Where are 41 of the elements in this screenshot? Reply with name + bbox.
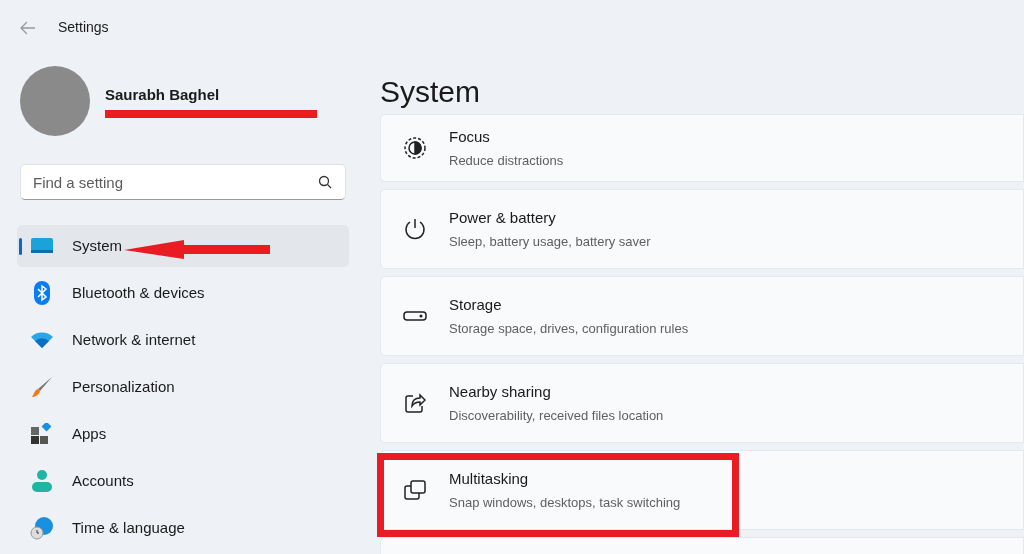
card-subtitle: Storage space, drives, configuration rules (449, 319, 689, 338)
card-title: Power & battery (449, 208, 557, 228)
settings-card[interactable]: Storage Storage space, drives, configuration rules (380, 276, 1024, 356)
settings-card[interactable]: Nearby sharing Discoverability, received files location (380, 363, 1024, 443)
apps-icon (31, 423, 53, 445)
back-arrow-icon[interactable] (20, 20, 36, 35)
globe-clock-icon (30, 516, 54, 540)
settings-card[interactable]: Focus Reduce distractions (380, 114, 1024, 182)
card-subtitle: Reduce distractions (449, 151, 564, 170)
windows-stack-icon (403, 478, 427, 502)
card-subtitle: Discoverability, received files location (449, 406, 664, 425)
page-title: System (379, 74, 482, 110)
settings-card[interactable]: Multitasking Snap windows, desktops, task switching (380, 450, 1024, 530)
sidebar-item[interactable]: Accounts (17, 460, 349, 502)
monitor-icon (30, 237, 54, 255)
bluetooth-icon (34, 281, 50, 305)
drive-icon (403, 310, 427, 322)
paintbrush-icon (30, 375, 54, 399)
sidebar-item[interactable]: System (17, 225, 349, 267)
search-field[interactable]: Find a setting (20, 164, 346, 200)
person-icon (31, 469, 53, 493)
sidebar-item[interactable]: Personalization (17, 366, 349, 408)
sidebar-item[interactable]: Bluetooth & devices (17, 272, 349, 314)
wifi-icon (30, 331, 54, 349)
sidebar-item[interactable]: Time & language (17, 507, 349, 549)
selection-indicator (19, 238, 22, 255)
settings-card[interactable]: Power & battery Sleep, battery usage, battery saver (380, 189, 1024, 269)
focus-icon (403, 136, 427, 160)
sidebar-item[interactable]: Network & internet (17, 319, 349, 361)
card-title: Storage (449, 295, 503, 315)
card-subtitle: Snap windows, desktops, task switching (449, 493, 681, 512)
profile-name: Saurabh Baghel (105, 84, 221, 105)
card-title: Focus (449, 127, 491, 147)
sidebar-item[interactable]: Apps (17, 413, 349, 455)
share-icon (403, 391, 427, 415)
power-icon (403, 217, 427, 241)
window-title: Settings (58, 18, 109, 38)
card-title: Nearby sharing (449, 382, 552, 402)
card-subtitle: Sleep, battery usage, battery saver (449, 232, 651, 251)
search-icon[interactable] (318, 175, 332, 189)
card-title: Multitasking (449, 469, 530, 489)
